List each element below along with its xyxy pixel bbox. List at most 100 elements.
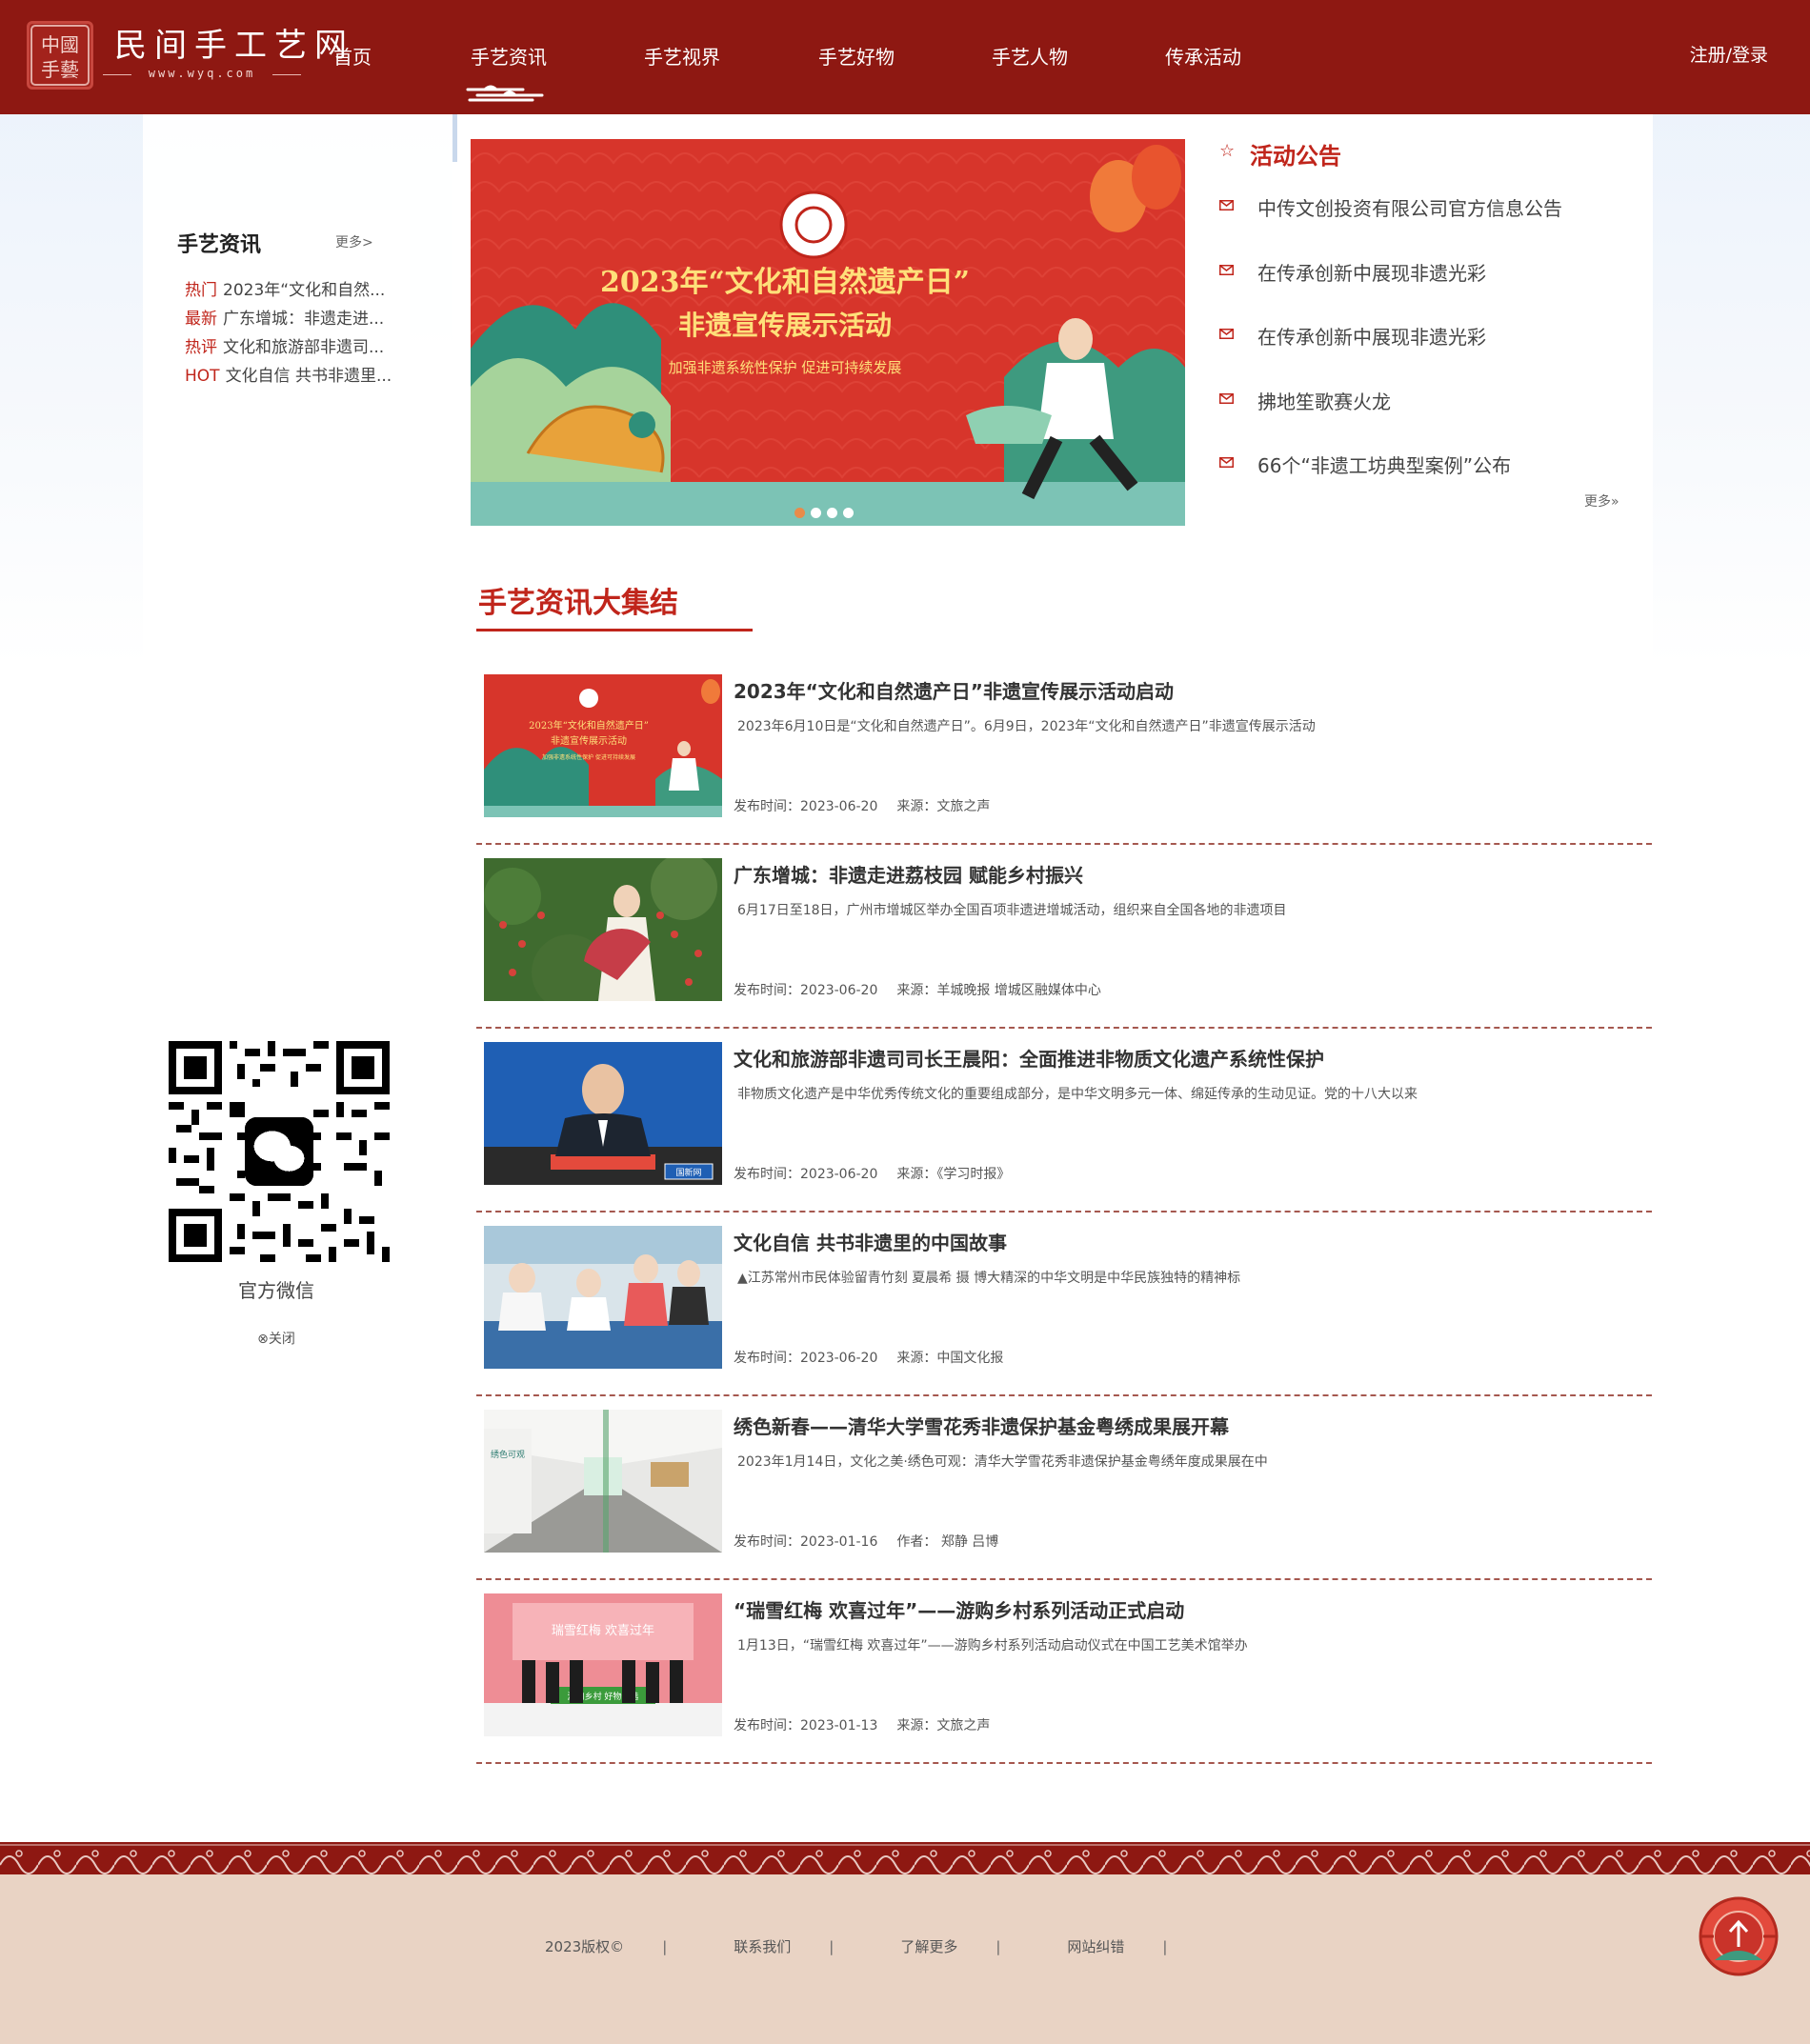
article-summary: 非物质文化遗产是中华优秀传统文化的重要组成部分，是中华文明多元一体、绵延传承的生… bbox=[737, 1087, 1418, 1102]
sidebar-news-item[interactable]: HOT 文化自信 共书非遗里... bbox=[185, 362, 404, 391]
mail-icon bbox=[1219, 457, 1234, 468]
svg-text:中國: 中國 bbox=[41, 33, 79, 56]
logo-title: 民间手工艺网 bbox=[114, 27, 354, 65]
carousel-dots bbox=[794, 504, 859, 522]
footer-report-link[interactable]: 网站纠错 bbox=[1067, 1936, 1124, 1956]
sidebar-news-list: 热门 2023年“文化和自然... 最新 广东增城：非遗走进... 热评 文化和旅游部… bbox=[185, 276, 404, 391]
article-item[interactable]: 瑞雪红梅 欢喜过年 游购乡村 好物优选 “瑞雪红梅 欢喜过年”——游购乡村系列活… bbox=[476, 1580, 1652, 1764]
article-thumbnail[interactable]: 国新网 bbox=[484, 1042, 722, 1185]
hero-carousel[interactable]: 2023年“文化和自然遗产日” 非遗宣传展示活动 加强非遗系统性保护 促进可持续… bbox=[471, 139, 1185, 526]
mail-icon bbox=[1219, 329, 1234, 339]
news-tag: HOT bbox=[185, 367, 220, 386]
svg-text:加强非遗系统性保护 促进可持续发展: 加强非遗系统性保护 促进可持续发展 bbox=[669, 359, 902, 376]
notice-item[interactable]: 66个“非遗工坊典型案例”公布 bbox=[1219, 451, 1639, 515]
article-thumbnail[interactable]: 2023年“文化和自然遗产日” 非遗宣传展示活动 加强非遗系统性保护 促进可持续… bbox=[484, 674, 722, 817]
nav-goods[interactable]: 手艺好物 bbox=[818, 42, 895, 70]
article-thumbnail[interactable] bbox=[484, 1226, 722, 1369]
article-thumbnail[interactable] bbox=[484, 858, 722, 1001]
site-logo[interactable]: 中國 手藝 民间手工艺网 www.wyq.com bbox=[27, 19, 347, 95]
sidebar-news-item[interactable]: 最新 广东增城：非遗走进... bbox=[185, 305, 404, 333]
carousel-dot[interactable] bbox=[794, 508, 805, 518]
article-source: 来源：文旅之声 bbox=[896, 799, 991, 814]
article-thumbnail[interactable]: 瑞雪红梅 欢喜过年 游购乡村 好物优选 bbox=[484, 1593, 722, 1736]
footer-copyright: 2023版权© bbox=[545, 1938, 625, 1955]
news-text: 广东增城：非遗走进... bbox=[223, 310, 385, 329]
article-date: 发布时间：2023-06-20 bbox=[734, 1167, 878, 1182]
carousel-dot[interactable] bbox=[827, 508, 837, 518]
notice-item[interactable]: 中传文创投资有限公司官方信息公告 bbox=[1219, 193, 1639, 258]
nav-news[interactable]: 手艺资讯 bbox=[471, 42, 547, 70]
news-text: 2023年“文化和自然... bbox=[223, 281, 386, 300]
login-link[interactable]: 注册/登录 bbox=[1690, 41, 1768, 67]
sidebar-news-widget: 手艺资讯 更多> 热门 2023年“文化和自然... 最新 广东增城：非遗走进...… bbox=[143, 210, 410, 429]
main-accent-bar bbox=[452, 114, 457, 162]
notice-item[interactable]: 拂地笙歌赛火龙 bbox=[1219, 387, 1639, 451]
notice-more-link[interactable]: 更多» bbox=[1584, 491, 1619, 511]
section-underline bbox=[476, 629, 753, 631]
svg-text:非遗宣传展示活动: 非遗宣传展示活动 bbox=[551, 734, 627, 747]
notice-text: 66个“非遗工坊典型案例”公布 bbox=[1257, 454, 1512, 477]
carousel-dot[interactable] bbox=[843, 508, 854, 518]
article-item[interactable]: 广东增城：非遗走进荔枝园 赋能乡村振兴 6月17日至18日，广州市增城区举办全国… bbox=[476, 845, 1652, 1029]
article-item[interactable]: 文化自信 共书非遗里的中国故事 ▲江苏常州市民体验留青竹刻 夏晨希 摄 博大精深… bbox=[476, 1212, 1652, 1396]
article-meta: 发布时间：2023-06-20 来源：中国文化报 bbox=[734, 1348, 1003, 1367]
article-item[interactable]: 2023年“文化和自然遗产日” 非遗宣传展示活动 加强非遗系统性保护 促进可持续… bbox=[476, 661, 1652, 845]
article-title[interactable]: 广东增城：非遗走进荔枝园 赋能乡村振兴 bbox=[734, 860, 1083, 888]
article-source: 来源：文旅之声 bbox=[896, 1718, 991, 1733]
sidebar-more-link[interactable]: 更多> bbox=[335, 232, 373, 251]
news-text: 文化和旅游部非遗司... bbox=[223, 338, 385, 357]
site-header: 中國 手藝 民间手工艺网 www.wyq.com 首页 手艺资讯 手艺视界 手艺… bbox=[0, 0, 1810, 114]
svg-text:非遗宣传展示活动: 非遗宣传展示活动 bbox=[678, 310, 892, 341]
wechat-qr-box: 官方微信 ⊗关闭 bbox=[143, 1005, 410, 1367]
seal-icon: 中國 手藝 bbox=[30, 25, 90, 86]
footer-contact-link[interactable]: 联系我们 bbox=[734, 1936, 791, 1956]
article-source: 作者： 郑静 吕博 bbox=[896, 1534, 999, 1550]
back-to-top-icon[interactable] bbox=[1696, 1894, 1781, 1979]
qr-caption: 官方微信 bbox=[238, 1279, 314, 1302]
footer-more-link[interactable]: 了解更多 bbox=[900, 1936, 957, 1956]
svg-text:加强非遗系统性保护 促进可持续发展: 加强非遗系统性保护 促进可持续发展 bbox=[542, 753, 635, 761]
article-item[interactable]: 国新网 文化和旅游部非遗司司长王晨阳：全面推进非物质文化遗产系统性保护 非物质文… bbox=[476, 1029, 1652, 1212]
article-date: 发布时间：2023-06-20 bbox=[734, 799, 878, 814]
nav-activities[interactable]: 传承活动 bbox=[1165, 42, 1241, 70]
svg-text:手藝: 手藝 bbox=[41, 58, 79, 81]
notice-text: 在传承创新中展现非遗光彩 bbox=[1257, 261, 1486, 285]
article-meta: 发布时间：2023-06-20 来源：羊城晚报 增城区融媒体中心 bbox=[734, 980, 1101, 999]
article-date: 发布时间：2023-06-20 bbox=[734, 1351, 878, 1366]
nav-vision[interactable]: 手艺视界 bbox=[644, 42, 720, 70]
thumb-launch-ceremony: 瑞雪红梅 欢喜过年 游购乡村 好物优选 bbox=[484, 1593, 722, 1736]
logo-seal: 中國 手藝 bbox=[27, 21, 93, 90]
article-summary: ▲江苏常州市民体验留青竹刻 夏晨希 摄 博大精深的中华文明是中华民族独特的精神标 bbox=[737, 1271, 1241, 1286]
article-item[interactable]: 绣色可观 绣色新春——清华大学雪花秀非遗保护基金粤绣成果展开幕 2023年1月1… bbox=[476, 1396, 1652, 1580]
article-source: 来源：中国文化报 bbox=[896, 1351, 1004, 1366]
article-title[interactable]: 文化和旅游部非遗司司长王晨阳：全面推进非物质文化遗产系统性保护 bbox=[734, 1044, 1324, 1072]
notice-item[interactable]: 在传承创新中展现非遗光彩 bbox=[1219, 258, 1639, 323]
nav-people[interactable]: 手艺人物 bbox=[992, 42, 1068, 70]
news-tag: 热门 bbox=[185, 281, 217, 300]
notice-list: 中传文创投资有限公司官方信息公告 在传承创新中展现非遗光彩 在传承创新中展现非遗… bbox=[1219, 193, 1639, 515]
site-footer: 2023版权© | 联系我们 | 了解更多 | 网站纠错 | bbox=[0, 1874, 1810, 2044]
svg-text:瑞雪红梅 欢喜过年: 瑞雪红梅 欢喜过年 bbox=[552, 1623, 654, 1638]
article-meta: 发布时间：2023-01-16 作者： 郑静 吕博 bbox=[734, 1532, 998, 1551]
qr-close-button[interactable]: ⊗关闭 bbox=[143, 1329, 410, 1348]
article-thumbnail[interactable]: 绣色可观 bbox=[484, 1410, 722, 1553]
carousel-dot[interactable] bbox=[811, 508, 821, 518]
article-date: 发布时间：2023-06-20 bbox=[734, 983, 878, 998]
notice-item[interactable]: 在传承创新中展现非遗光彩 bbox=[1219, 322, 1639, 387]
article-title[interactable]: 文化自信 共书非遗里的中国故事 bbox=[734, 1228, 1007, 1255]
article-title[interactable]: 2023年“文化和自然遗产日”非遗宣传展示活动启动 bbox=[734, 676, 1174, 704]
notice-text: 拂地笙歌赛火龙 bbox=[1257, 390, 1391, 413]
notice-text: 中传文创投资有限公司官方信息公告 bbox=[1257, 197, 1562, 220]
article-summary: 2023年6月10日是“文化和自然遗产日”。6月9日，2023年“文化和自然遗产… bbox=[737, 719, 1316, 734]
footer-separator: | bbox=[662, 1938, 668, 1955]
sidebar-news-item[interactable]: 热评 文化和旅游部非遗司... bbox=[185, 333, 404, 362]
svg-text:国新网: 国新网 bbox=[675, 1167, 701, 1178]
article-summary: 6月17日至18日，广州市增城区举办全国百项非遗进增城活动，组织来自全国各地的非… bbox=[737, 903, 1287, 918]
sidebar-news-item[interactable]: 热门 2023年“文化和自然... bbox=[185, 276, 404, 305]
article-title[interactable]: 绣色新春——清华大学雪花秀非遗保护基金粤绣成果展开幕 bbox=[734, 1412, 1229, 1439]
thumb-heritage-day: 2023年“文化和自然遗产日” 非遗宣传展示活动 加强非遗系统性保护 促进可持续… bbox=[484, 674, 722, 817]
article-title[interactable]: “瑞雪红梅 欢喜过年”——游购乡村系列活动正式启动 bbox=[734, 1595, 1184, 1623]
logo-subtitle: www.wyq.com bbox=[103, 67, 301, 80]
nav-home[interactable]: 首页 bbox=[333, 42, 372, 70]
section-title: 手艺资讯大集结 bbox=[478, 587, 678, 620]
